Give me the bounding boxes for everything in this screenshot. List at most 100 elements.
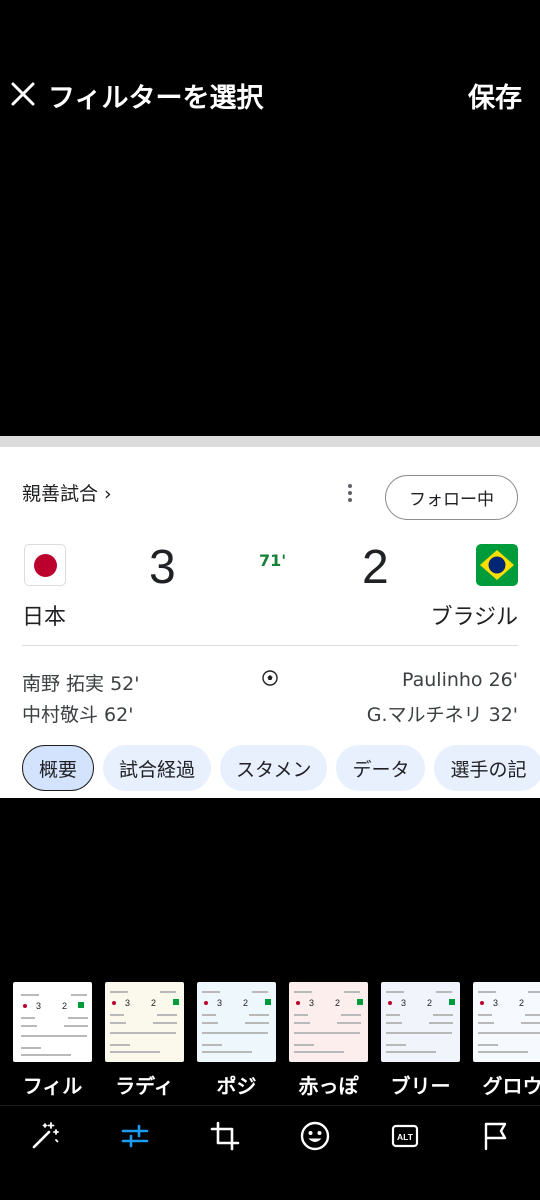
filter-preview-image: 32	[289, 982, 368, 1062]
flag-icon[interactable]	[479, 1120, 511, 1152]
away-team-name: ブラジル	[430, 605, 518, 630]
thumbnail-line	[21, 994, 39, 996]
edit-toolbar: ALT	[0, 1105, 540, 1169]
image-preview: 親善試合 › フォロー中 3 71' 2 日本 ブラジル 南野 拓実 52' 中…	[0, 436, 540, 798]
thumbnail-line	[153, 1022, 177, 1024]
thumbnail-flag-dot	[112, 1001, 116, 1005]
thumbnail-flag-dot	[480, 1001, 484, 1005]
thumbnail-line	[21, 1054, 71, 1056]
more-options-icon	[348, 484, 352, 502]
thumbnail-line	[386, 1051, 436, 1053]
thumbnail-score: 2	[243, 998, 249, 1008]
tab-players: 選手の記	[434, 745, 540, 791]
filter-thumbnail[interactable]: 3 2 ラディ	[105, 982, 184, 1098]
brazil-flag-icon	[476, 544, 518, 586]
thumbnail-line	[71, 994, 87, 996]
home-score: 3	[149, 541, 176, 594]
thumbnail-score: 2	[151, 998, 157, 1008]
thumbnail-line	[294, 991, 312, 993]
thumbnail-line	[386, 1044, 406, 1046]
save-button[interactable]: 保存	[468, 76, 522, 115]
thumbnail-line	[245, 1022, 269, 1024]
thumbnail-line	[525, 1014, 540, 1016]
filter-label: グロウ	[482, 1074, 540, 1098]
filter-strip: 3 2 フィル 3 2 ラディ 3 2 ポジ 3 2 赤っぽ 3 2 ブリー 3 2 グロウ	[0, 982, 540, 1102]
thumbnail-line	[294, 1022, 310, 1024]
thumbnail-line	[294, 1032, 360, 1034]
filter-preview-image: 32	[13, 982, 92, 1062]
thumbnail-line	[294, 1044, 314, 1046]
thumbnail-flag-square	[78, 1002, 84, 1008]
thumbnail-line	[478, 1022, 494, 1024]
thumbnail-line	[110, 1044, 130, 1046]
tab-lineups: スタメン	[220, 745, 328, 791]
divider	[22, 645, 518, 646]
breadcrumb: 親善試合 ›	[22, 483, 112, 505]
home-scorer: 中村敬斗 62'	[22, 704, 134, 726]
filter-label: ブリー	[390, 1074, 451, 1098]
close-icon[interactable]	[10, 80, 36, 108]
magic-wand-icon[interactable]	[29, 1120, 61, 1152]
page-title: フィルターを選択	[48, 83, 264, 114]
thumbnail-line	[294, 1014, 308, 1016]
thumbnail-line	[478, 1051, 528, 1053]
thumbnail-line	[478, 991, 496, 993]
thumbnail-line	[386, 1014, 400, 1016]
thumbnail-line	[202, 1044, 222, 1046]
thumbnail-line	[341, 1014, 361, 1016]
thumbnail-line	[344, 991, 360, 993]
alt-label: ALT	[397, 1132, 414, 1142]
crop-icon[interactable]	[209, 1120, 241, 1152]
emoji-icon[interactable]	[299, 1120, 331, 1152]
soccer-ball-icon	[262, 670, 278, 686]
filter-preview-image: 32	[381, 982, 460, 1062]
thumbnail-line	[294, 1051, 344, 1053]
match-minute: 71'	[259, 551, 287, 570]
thumbnail-line	[386, 1022, 402, 1024]
home-scorer: 南野 拓実 52'	[22, 673, 140, 695]
filter-label: フィル	[22, 1074, 83, 1098]
thumbnail-score: 3	[36, 1001, 42, 1011]
filter-thumbnail[interactable]: 3 2 フィル	[13, 982, 92, 1098]
thumbnail-line	[521, 1022, 540, 1024]
thumbnail-score: 2	[335, 998, 341, 1008]
thumbnail-line	[386, 991, 404, 993]
thumbnail-flag-square	[449, 999, 455, 1005]
thumbnail-line	[433, 1014, 453, 1016]
thumbnail-line	[110, 1032, 176, 1034]
home-team-name: 日本	[22, 605, 67, 630]
thumbnail-score: 2	[62, 1001, 68, 1011]
thumbnail-line	[202, 1022, 218, 1024]
away-scorer: Paulinho 26'	[402, 669, 518, 691]
thumbnail-line	[157, 1014, 177, 1016]
thumbnail-line	[202, 991, 220, 993]
filter-thumbnail[interactable]: 3 2 ブリー	[381, 982, 460, 1098]
thumbnail-score: 2	[519, 998, 525, 1008]
filter-label: ポジ	[216, 1074, 257, 1098]
thumbnail-line	[160, 991, 176, 993]
thumbnail-line	[478, 1014, 492, 1016]
thumbnail-line	[528, 991, 540, 993]
thumbnail-line	[202, 1032, 268, 1034]
away-scorer: G.マルチネリ 32'	[366, 704, 518, 726]
thumbnail-line	[429, 1022, 453, 1024]
thumbnail-score: 2	[427, 998, 433, 1008]
alt-text-icon[interactable]: ALT	[389, 1120, 421, 1152]
tab-stats: データ	[336, 745, 426, 791]
thumbnail-flag-square	[357, 999, 363, 1005]
thumbnail-line	[436, 991, 452, 993]
filter-thumbnail[interactable]: 3 2 ポジ	[197, 982, 276, 1098]
thumbnail-flag-square	[173, 999, 179, 1005]
thumbnail-flag-dot	[23, 1004, 27, 1008]
filter-thumbnail[interactable]: 3 2 グロウ	[473, 982, 540, 1098]
thumbnail-line	[21, 1025, 37, 1027]
adjust-icon[interactable]	[119, 1120, 151, 1152]
filter-thumbnail[interactable]: 3 2 赤っぽ	[289, 982, 368, 1098]
thumbnail-line	[478, 1032, 540, 1034]
thumbnail-line	[110, 991, 128, 993]
japan-flag-icon	[24, 544, 66, 586]
filter-preview-image: 32	[105, 982, 184, 1062]
thumbnail-line	[202, 1051, 252, 1053]
filter-preview-image: 32	[197, 982, 276, 1062]
thumbnail-line	[110, 1014, 124, 1016]
